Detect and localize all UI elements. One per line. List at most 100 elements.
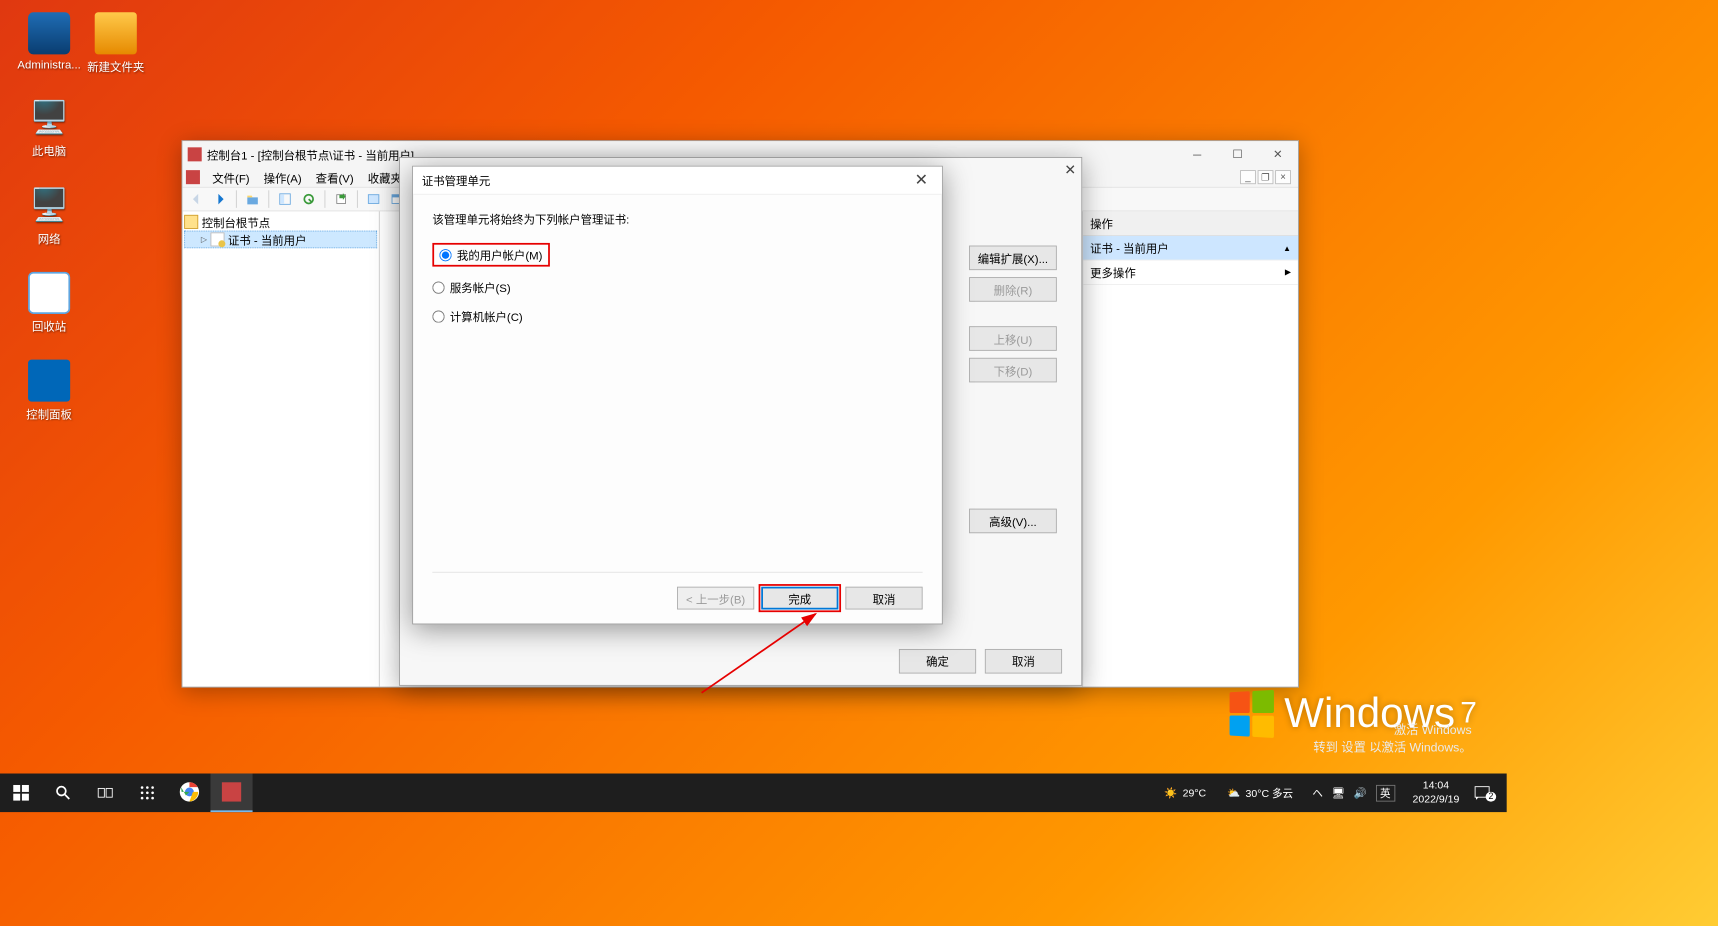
radio-service-label: 服务帐户(S) <box>450 279 511 296</box>
taskbar: ☀️ 29°C ⛅ 30°C 多云 ヘ 🖥 🔊 英 14:04 2022/9/1… <box>0 774 1507 813</box>
tray-clock[interactable]: 14:04 2022/9/19 <box>1404 779 1468 806</box>
close-icon[interactable]: ✕ <box>909 171 933 189</box>
desktop-icon-this-pc[interactable]: 🖥️ 此电脑 <box>14 96 84 158</box>
desktop-icon-label: 控制面板 <box>14 405 84 422</box>
mmc-icon <box>188 147 202 161</box>
mmc-tree: 控制台根节点 ▷ 证书 - 当前用户 <box>182 211 379 686</box>
desktop-icon-label: Administra... <box>14 58 84 71</box>
desktop-icon-label: 新建文件夹 <box>81 58 151 75</box>
cancel-button[interactable]: 取消 <box>985 649 1062 674</box>
action-cert-row[interactable]: 证书 - 当前用户 ▲ <box>1083 236 1298 261</box>
back-button[interactable]: < 上一步(B) <box>677 587 754 610</box>
cert-dialog-title: 证书管理单元 <box>422 172 490 189</box>
export-button[interactable] <box>331 189 352 210</box>
ok-button[interactable]: 确定 <box>899 649 976 674</box>
mmc-action-pane: 操作 证书 - 当前用户 ▲ 更多操作 ▶ <box>1082 211 1298 686</box>
pc-icon: 🖥️ <box>28 96 70 138</box>
up-button[interactable] <box>242 189 263 210</box>
advanced-button[interactable]: 高级(V)... <box>969 509 1057 534</box>
taskbar-chrome[interactable] <box>168 774 210 813</box>
action-pane-header: 操作 <box>1083 211 1298 236</box>
expand-caret-icon[interactable]: ▷ <box>201 235 207 245</box>
recycle-bin-icon <box>28 272 70 314</box>
user-icon <box>28 12 70 54</box>
tray-time: 14:04 <box>1413 779 1460 793</box>
radio-user-input[interactable] <box>439 249 451 261</box>
close-button[interactable]: ✕ <box>1258 141 1298 167</box>
desktop-icon-control-panel[interactable]: 控制面板 <box>14 360 84 422</box>
tray-notifications[interactable]: 2 <box>1468 774 1507 813</box>
folder-icon <box>184 215 198 229</box>
tray-volume-icon[interactable]: 🔊 <box>1354 787 1367 799</box>
cert-snapin-dialog: 证书管理单元 ✕ 该管理单元将始终为下列帐户管理证书: 我的用户帐户(M) 服务… <box>412 166 943 625</box>
desktop-icon-new-folder[interactable]: 新建文件夹 <box>81 12 151 74</box>
annotation-highlight: 我的用户帐户(M) <box>432 243 549 267</box>
menu-action[interactable]: 操作(A) <box>257 169 309 186</box>
cancel-button[interactable]: 取消 <box>845 587 922 610</box>
menu-view[interactable]: 查看(V) <box>309 169 361 186</box>
radio-service-input[interactable] <box>432 281 444 293</box>
finish-button[interactable]: 完成 <box>761 587 838 610</box>
subwin-close[interactable]: × <box>1275 170 1291 184</box>
subwin-minimize[interactable]: _ <box>1240 170 1256 184</box>
tree-cert-node[interactable]: ▷ 证书 - 当前用户 <box>184 231 377 249</box>
folder-icon <box>95 12 137 54</box>
subwin-restore[interactable]: ❐ <box>1258 170 1274 184</box>
tray-ime[interactable]: 英 <box>1376 784 1395 801</box>
radio-computer-account[interactable]: 计算机帐户(C) <box>432 308 922 325</box>
radio-computer-input[interactable] <box>432 310 444 322</box>
collapse-arrow-icon: ▲ <box>1283 243 1291 252</box>
tray-weather-right[interactable]: ⛅ 30°C 多云 <box>1217 785 1304 800</box>
tray-date: 2022/9/19 <box>1413 793 1460 807</box>
desktop-icon-network[interactable]: 🖥️ 网络 <box>14 184 84 246</box>
windows-flag-icon <box>1230 689 1274 737</box>
taskbar-mmc[interactable] <box>210 774 252 813</box>
radio-computer-label: 计算机帐户(C) <box>450 308 523 325</box>
cert-dialog-titlebar[interactable]: 证书管理单元 ✕ <box>413 167 942 195</box>
back-button[interactable] <box>186 189 207 210</box>
network-icon: 🖥️ <box>28 184 70 226</box>
search-button[interactable] <box>42 774 84 813</box>
submenu-arrow-icon: ▶ <box>1285 267 1291 277</box>
tree-root-label: 控制台根节点 <box>202 214 270 231</box>
action-more-label: 更多操作 <box>1090 264 1136 281</box>
radio-my-user-account[interactable]: 我的用户帐户(M) <box>432 243 922 267</box>
desktop-icon-administrator[interactable]: Administra... <box>14 12 84 71</box>
weather-icon: ☀️ <box>1164 787 1177 799</box>
tree-cert-label: 证书 - 当前用户 <box>228 231 307 248</box>
notification-count: 2 <box>1486 791 1496 801</box>
show-hide-tree-button[interactable] <box>275 189 296 210</box>
menu-file[interactable]: 文件(F) <box>205 169 256 186</box>
all-apps-button[interactable] <box>126 774 168 813</box>
radio-user-label: 我的用户帐户(M) <box>457 246 543 263</box>
action-more-row[interactable]: 更多操作 ▶ <box>1083 260 1298 285</box>
task-view-button[interactable] <box>84 774 126 813</box>
desktop-icon-recycle-bin[interactable]: 回收站 <box>14 272 84 334</box>
tree-root-node[interactable]: 控制台根节点 <box>184 213 377 231</box>
tray-chevron-icon[interactable]: ヘ <box>1312 785 1323 800</box>
weather-icon: ⛅ <box>1227 787 1240 799</box>
move-up-button[interactable]: 上移(U) <box>969 326 1057 351</box>
start-button[interactable] <box>0 774 42 813</box>
activate-line1: 激活 Windows <box>1313 721 1471 739</box>
activate-watermark: 激活 Windows 转到 设置 以激活 Windows。 <box>1313 721 1471 756</box>
tray-system-icons: ヘ 🖥 🔊 英 <box>1304 784 1404 801</box>
edit-extensions-button[interactable]: 编辑扩展(X)... <box>969 246 1057 271</box>
tray-weather-left[interactable]: ☀️ 29°C <box>1154 787 1217 799</box>
tray-network-icon[interactable]: 🖥 <box>1332 787 1345 799</box>
properties-button[interactable] <box>298 189 319 210</box>
weather-temp-left: 29°C <box>1183 787 1207 799</box>
remove-button[interactable]: 删除(R) <box>969 277 1057 302</box>
maximize-button[interactable]: ☐ <box>1217 141 1257 167</box>
radio-service-account[interactable]: 服务帐户(S) <box>432 279 922 296</box>
minimize-button[interactable]: ─ <box>1177 141 1217 167</box>
help-button[interactable] <box>363 189 384 210</box>
move-down-button[interactable]: 下移(D) <box>969 358 1057 383</box>
control-panel-icon <box>28 360 70 402</box>
forward-button[interactable] <box>210 189 231 210</box>
chrome-icon <box>179 781 200 802</box>
snapin-close-button[interactable]: ✕ <box>1064 161 1076 179</box>
mmc-small-icon <box>186 170 200 184</box>
desktop-icon-label: 网络 <box>14 230 84 247</box>
desktop-icon-label: 此电脑 <box>14 142 84 159</box>
